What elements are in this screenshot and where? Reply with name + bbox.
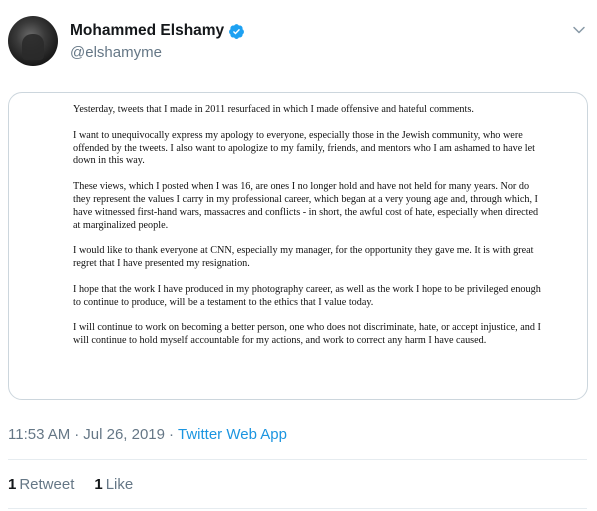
tweet-metadata: 11:53 AM · Jul 26, 2019 · Twitter Web App (8, 426, 287, 443)
statement-document: Yesterday, tweets that I made in 2011 re… (73, 104, 543, 361)
likes-count: 1 (94, 476, 103, 493)
likes-stat[interactable]: 1 Like (94, 476, 133, 493)
chevron-down-icon[interactable] (571, 22, 587, 38)
separator: · (169, 426, 174, 443)
retweets-stat[interactable]: 1 Retweet (8, 476, 74, 493)
verified-badge-icon (229, 23, 245, 39)
likes-label: Like (105, 476, 134, 493)
retweets-count: 1 (8, 476, 17, 493)
divider (8, 459, 587, 460)
author-name-row: Mohammed Elshamy (70, 22, 245, 40)
tweet-source-link[interactable]: Twitter Web App (178, 426, 287, 443)
tweet-time[interactable]: 11:53 AM (8, 426, 70, 443)
divider (8, 508, 587, 509)
author-display-name[interactable]: Mohammed Elshamy (70, 22, 224, 40)
statement-paragraph: These views, which I posted when I was 1… (73, 181, 539, 231)
author-avatar[interactable] (8, 16, 58, 66)
statement-paragraph: Yesterday, tweets that I made in 2011 re… (73, 104, 474, 115)
tweet-date[interactable]: Jul 26, 2019 (83, 426, 165, 443)
statement-paragraph: I hope that the work I have produced in … (73, 283, 541, 308)
statement-paragraph: I would like to thank everyone at CNN, e… (73, 245, 534, 270)
tweet-stats: 1 Retweet 1 Like (8, 476, 153, 493)
separator: · (74, 426, 80, 443)
statement-image[interactable]: Yesterday, tweets that I made in 2011 re… (8, 92, 588, 400)
statement-paragraph: I want to unequivocally express my apolo… (73, 129, 535, 167)
author-handle[interactable]: @elshamyme (70, 44, 162, 61)
retweets-label: Retweet (19, 476, 75, 493)
statement-paragraph: I will continue to work on becoming a be… (73, 322, 541, 347)
